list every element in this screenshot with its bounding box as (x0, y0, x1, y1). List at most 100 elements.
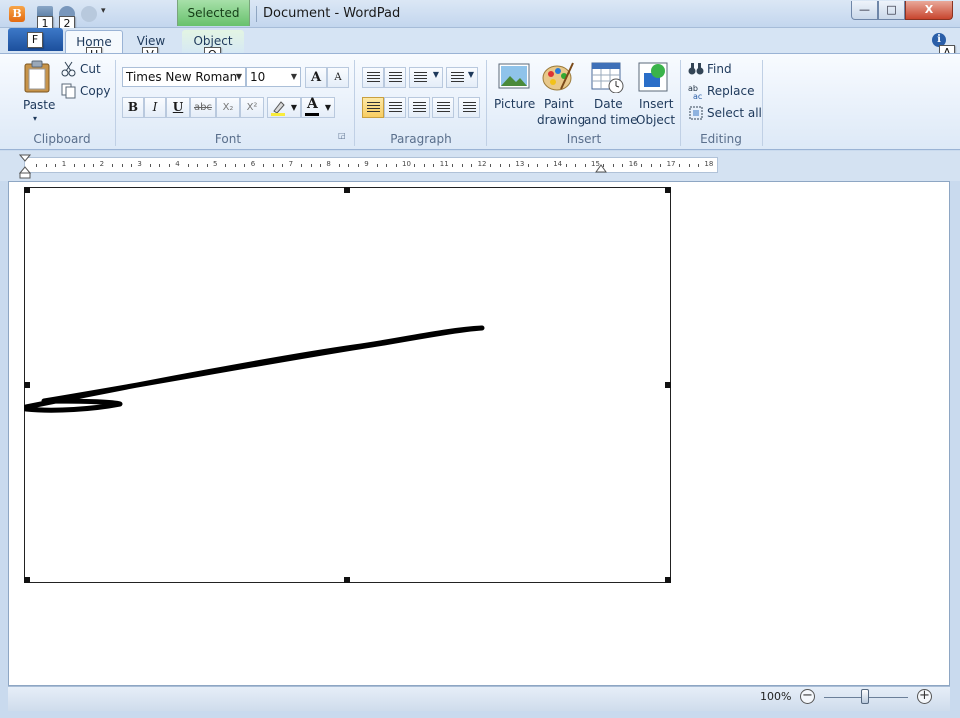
ruler-tick (121, 164, 123, 167)
copy-button[interactable]: Copy (61, 83, 111, 101)
resize-handle-top-center[interactable] (344, 187, 350, 193)
strikethrough-button[interactable]: abc (190, 97, 216, 118)
font-size-dropdown-arrow[interactable]: ▼ (291, 68, 297, 86)
resize-handle-bottom-left[interactable] (24, 577, 30, 583)
font-family-value: Times New Roman (126, 70, 238, 84)
paint-drawing-button[interactable]: Paint drawing (536, 60, 585, 130)
underline-button[interactable]: U (166, 97, 190, 118)
ruler-number: 5 (213, 160, 218, 168)
resize-handle-middle-left[interactable] (24, 382, 30, 388)
ruler-tick (319, 164, 321, 167)
highlight-color-button[interactable]: ▼ (267, 97, 301, 118)
horizontal-ruler[interactable]: 1 2 3 4 5 6 7 8 9 10 11 12 13 14 15 16 17 18 (24, 157, 718, 173)
picture-label: Picture (494, 97, 536, 111)
highlight-color-swatch (271, 113, 285, 116)
insert-object-button[interactable]: Insert Object (634, 60, 676, 130)
date-and-time-button[interactable]: Date and time (584, 60, 638, 130)
font-size-value: 10 (250, 70, 266, 84)
ruler-number: 8 (326, 160, 331, 168)
clipboard-group-label: Clipboard (33, 132, 91, 146)
align-center-button[interactable] (384, 97, 406, 118)
insert-picture-button[interactable]: Picture (492, 60, 536, 120)
group-separator (680, 60, 681, 146)
align-right-button[interactable] (408, 97, 430, 118)
ruler-tick (679, 164, 681, 167)
wordpad-app-icon[interactable]: B (9, 6, 25, 22)
close-button[interactable]: X (905, 1, 953, 20)
ruler-tick (263, 164, 265, 167)
cut-button[interactable]: Cut (61, 61, 105, 79)
font-dialog-launcher[interactable]: ◲ (338, 131, 346, 140)
resize-handle-middle-right[interactable] (665, 382, 671, 388)
resize-handle-bottom-center[interactable] (344, 577, 350, 583)
replace-icon: abac (688, 84, 702, 99)
insert-group-label: Insert (566, 132, 602, 146)
title-separator (256, 6, 257, 22)
grow-font-button[interactable]: A (305, 67, 327, 88)
customize-qat-dropdown[interactable]: ▾ (101, 6, 106, 16)
bullets-button[interactable]: ▼ (409, 67, 443, 88)
picture-icon (498, 63, 530, 89)
ruler-tick (565, 164, 567, 167)
align-left-button[interactable] (362, 97, 384, 118)
resize-handle-top-right[interactable] (665, 187, 671, 193)
ruler-number: 7 (288, 160, 294, 168)
font-family-dropdown-arrow[interactable]: ▼ (236, 68, 242, 86)
shrink-font-button[interactable]: A (327, 67, 349, 88)
bullet-list-icon (414, 72, 427, 83)
font-family-combo[interactable]: Times New Roman ▼ (122, 67, 246, 87)
insert-object-label-line1: Insert (639, 97, 674, 111)
group-separator (486, 60, 487, 146)
maximize-button[interactable]: □ (878, 1, 905, 20)
zoom-in-button[interactable]: + (917, 689, 932, 704)
paragraph-settings-button[interactable] (458, 97, 480, 118)
italic-button[interactable]: I (144, 97, 166, 118)
ruler-number: 12 (477, 160, 487, 168)
ruler-tick (93, 164, 95, 167)
insert-object-label-line2: Object (636, 113, 676, 127)
text-color-dropdown-arrow[interactable]: ▼ (325, 98, 331, 117)
ruler-tick (149, 164, 151, 167)
find-button[interactable]: Find (688, 61, 748, 79)
date-time-label-line2: and time (584, 113, 638, 127)
find-label: Find (707, 62, 732, 76)
paste-dropdown-arrow[interactable]: ▾ (33, 114, 37, 123)
justify-icon (437, 102, 450, 113)
line-spacing-dropdown-arrow[interactable]: ▼ (468, 70, 474, 79)
minimize-button[interactable]: — (851, 1, 878, 20)
select-all-button[interactable]: Select all (688, 105, 762, 123)
zoom-slider-thumb[interactable] (861, 689, 869, 704)
paint-drawing-label-line1: Paint (544, 97, 574, 111)
bold-button[interactable]: B (122, 97, 144, 118)
ruler-number: 16 (628, 160, 638, 168)
ruler-tick (546, 164, 548, 167)
redo-icon[interactable] (81, 6, 97, 22)
highlight-dropdown-arrow[interactable]: ▼ (291, 98, 297, 117)
ruler-number: 9 (364, 160, 369, 168)
ruler-tick (83, 164, 85, 167)
superscript-button[interactable]: X² (240, 97, 264, 118)
date-time-label-line1: Date (594, 97, 623, 111)
paste-button[interactable]: Paste ▾ (18, 60, 58, 126)
decrease-indent-button[interactable] (362, 67, 384, 88)
group-separator (354, 60, 355, 146)
bullets-dropdown-arrow[interactable]: ▼ (433, 70, 439, 79)
binoculars-icon (688, 63, 704, 75)
resize-handle-top-left[interactable] (24, 187, 30, 193)
font-group-label: Font (214, 132, 242, 146)
subscript-button[interactable]: X₂ (216, 97, 240, 118)
ruler-number: 6 (250, 160, 256, 168)
zoom-out-button[interactable]: − (800, 689, 815, 704)
font-size-combo[interactable]: 10 ▼ (246, 67, 301, 87)
ruler-tick (272, 164, 274, 167)
right-indent-marker[interactable] (595, 161, 607, 173)
text-color-button[interactable]: A ▼ (301, 96, 335, 118)
ruler-tick (688, 164, 690, 167)
resize-handle-bottom-right[interactable] (665, 577, 671, 583)
left-indent-marker[interactable] (19, 154, 31, 180)
replace-button[interactable]: ab ac Replace (688, 83, 754, 101)
group-separator (115, 60, 116, 146)
line-spacing-button[interactable]: ▼ (446, 67, 478, 88)
justify-button[interactable] (432, 97, 454, 118)
increase-indent-button[interactable] (384, 67, 406, 88)
